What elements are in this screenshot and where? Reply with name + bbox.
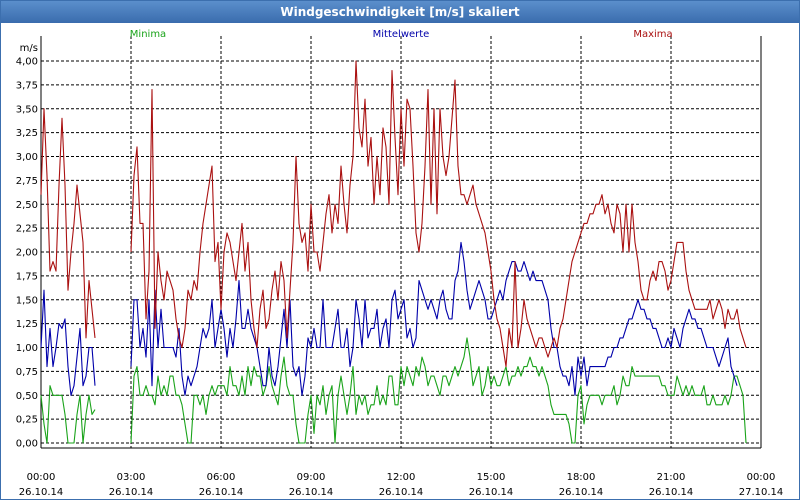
x-tick-time: 00:00 xyxy=(27,472,56,483)
y-tick-label: 2,75 xyxy=(16,176,38,187)
y-tick-label: 1,75 xyxy=(16,271,38,282)
y-tick-label: 3,50 xyxy=(16,104,38,115)
y-tick-label: 4,00 xyxy=(16,57,38,68)
x-tick-date: 26.10.14 xyxy=(649,487,694,498)
y-tick-label: 3,75 xyxy=(16,80,38,91)
x-tick-time: 18:00 xyxy=(567,472,596,483)
x-tick-time: 03:00 xyxy=(117,472,146,483)
y-tick-label: 2,25 xyxy=(16,224,38,235)
x-tick-time: 12:00 xyxy=(387,472,416,483)
x-tick-date: 26.10.14 xyxy=(199,487,244,498)
chart-background xyxy=(1,23,799,499)
x-tick-date: 26.10.14 xyxy=(559,487,604,498)
x-tick-time: 00:00 xyxy=(747,472,776,483)
grid-lines xyxy=(1,23,799,499)
legend-minima: Minima xyxy=(130,29,166,40)
wind-speed-chart: 0,00 0,25 0,50 0,75 1,00 1,25 1,50 1,75 2,00 2,25… xyxy=(1,23,799,499)
x-tick-date: 26.10.14 xyxy=(289,487,334,498)
x-tick-time: 06:00 xyxy=(207,472,236,483)
x-tick-date: 26.10.14 xyxy=(469,487,514,498)
x-tick-date: 27.10.14 xyxy=(739,487,784,498)
y-tick-label: 3,25 xyxy=(16,128,38,139)
x-tick-time: 09:00 xyxy=(297,472,326,483)
y-tick-label: 0,25 xyxy=(16,415,38,426)
x-tick-date: 26.10.14 xyxy=(379,487,424,498)
y-tick-label: 2,50 xyxy=(16,200,38,211)
y-tick-label: 1,25 xyxy=(16,319,38,330)
y-tick-label: 1,50 xyxy=(16,295,38,306)
y-tick-label: 0,50 xyxy=(16,391,38,402)
y-tick-label: 0,00 xyxy=(16,439,38,450)
window-title: Windgeschwindigkeit [m/s] skaliert xyxy=(1,1,799,23)
chart-window: Windgeschwindigkeit [m/s] skaliert 0,00 0… xyxy=(0,0,800,500)
x-tick-date: 26.10.14 xyxy=(109,487,154,498)
y-tick-label: 3,00 xyxy=(16,152,38,163)
x-tick-time: 21:00 xyxy=(657,472,686,483)
y-tick-label: 0,75 xyxy=(16,367,38,378)
legend-maxima: Maxima xyxy=(633,29,672,40)
y-tick-label: 2,00 xyxy=(16,248,38,259)
legend-mittelwerte: Mittelwerte xyxy=(373,29,430,40)
x-tick-time: 15:00 xyxy=(477,472,506,483)
x-tick-date: 26.10.14 xyxy=(19,487,64,498)
y-tick-label: 1,00 xyxy=(16,343,38,354)
y-axis-label: m/s xyxy=(20,43,38,54)
